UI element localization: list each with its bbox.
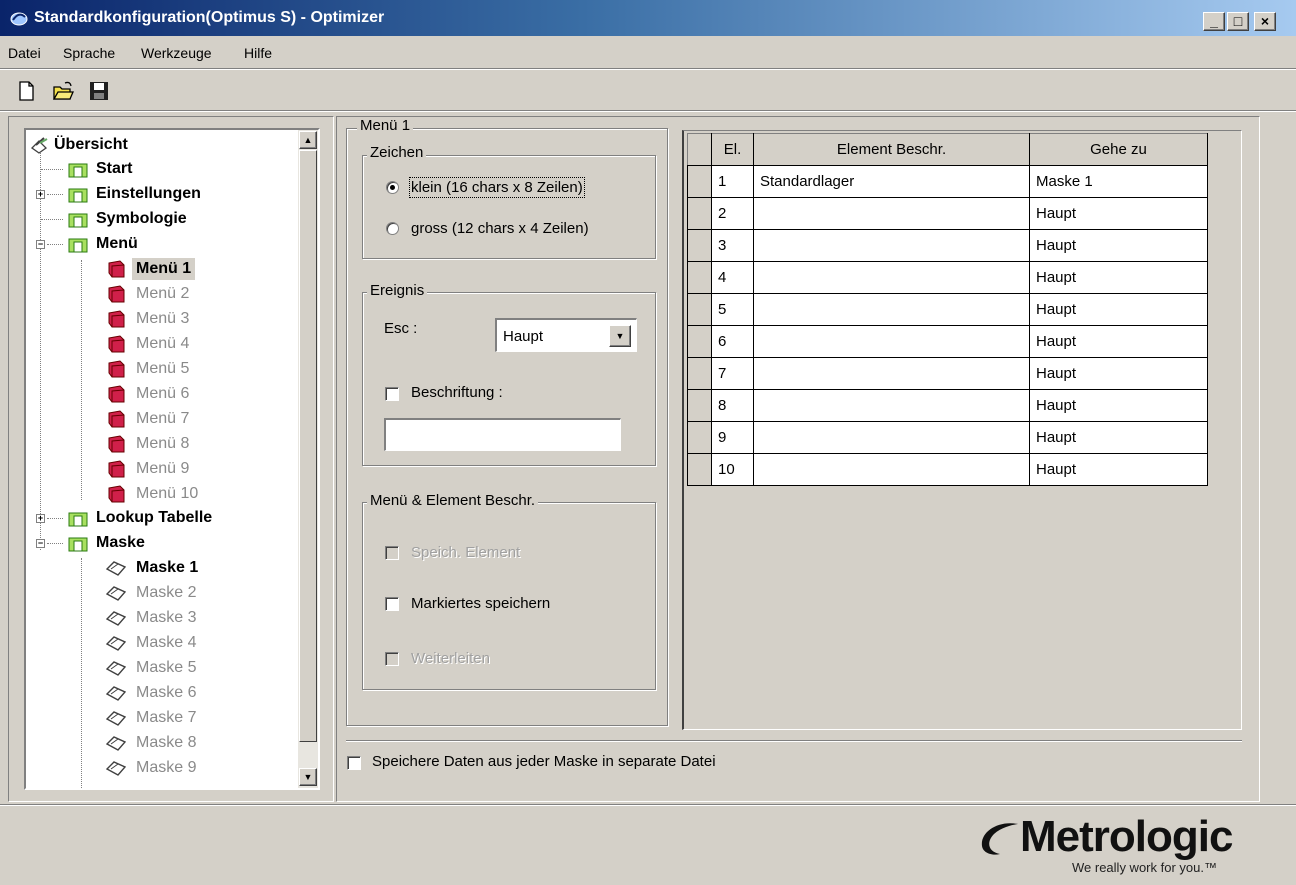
table-row[interactable]: 1 Standardlager Maske 1 xyxy=(687,165,1208,198)
menu-group-title: Menü 1 xyxy=(357,117,414,134)
red-book-icon xyxy=(108,385,125,403)
collapse-menue-icon[interactable]: − xyxy=(36,240,45,249)
col-header-beschr[interactable]: Element Beschr. xyxy=(753,133,1030,166)
table-row[interactable]: 6 Haupt xyxy=(687,325,1208,358)
weiterleiten-label: Weiterleiten xyxy=(411,650,490,667)
open-folder-icon[interactable] xyxy=(52,80,74,102)
radio-klein[interactable] xyxy=(386,181,399,194)
scroll-down-icon[interactable]: ▼ xyxy=(299,768,317,786)
red-book-icon xyxy=(108,335,125,353)
col-header-el[interactable]: El. xyxy=(711,133,754,166)
table-row[interactable]: 3 Haupt xyxy=(687,229,1208,262)
logo-tagline: We really work for you.™ xyxy=(1072,860,1217,875)
mask-form-icon xyxy=(106,611,126,626)
radio-gross[interactable] xyxy=(386,222,399,235)
menu-sprache[interactable]: Sprache xyxy=(63,45,115,61)
mask-form-icon xyxy=(106,686,126,701)
toolbar-separator xyxy=(0,110,1296,112)
mask-form-icon xyxy=(106,636,126,651)
ereignis-legend: Ereignis xyxy=(367,282,428,299)
table-row[interactable]: 7 Haupt xyxy=(687,357,1208,390)
markiertes-checkbox[interactable] xyxy=(385,597,399,611)
menu-bar: Datei Sprache Werkzeuge Hilfe xyxy=(0,40,1296,64)
beschriftung-input[interactable] xyxy=(384,418,621,451)
table-header-row: El. Element Beschr. Gehe zu xyxy=(687,133,1208,166)
speich-element-checkbox[interactable] xyxy=(385,546,399,560)
folder-icon xyxy=(68,163,88,178)
overview-icon xyxy=(30,137,48,154)
mask-form-icon xyxy=(106,661,126,676)
mask-form-icon xyxy=(106,761,126,776)
elements-table[interactable]: El. Element Beschr. Gehe zu 1 Standardlag… xyxy=(687,133,1208,486)
red-book-icon xyxy=(108,285,125,303)
separate-file-label[interactable]: Speichere Daten aus jeder Maske in separ… xyxy=(372,753,716,770)
table-row[interactable]: 10 Haupt xyxy=(687,453,1208,486)
mask-form-icon xyxy=(106,711,126,726)
folder-icon xyxy=(68,537,88,552)
weiterleiten-checkbox[interactable] xyxy=(385,652,399,666)
expand-einstellungen-icon[interactable]: + xyxy=(36,190,45,199)
dropdown-arrow-icon[interactable]: ▼ xyxy=(609,325,631,347)
beschriftung-checkbox[interactable] xyxy=(385,387,399,401)
table-row[interactable]: 2 Haupt xyxy=(687,197,1208,230)
esc-label: Esc : xyxy=(384,320,418,337)
red-book-icon xyxy=(108,460,125,478)
mask-form-icon xyxy=(106,586,126,601)
red-book-icon xyxy=(108,260,125,278)
table-row[interactable]: 8 Haupt xyxy=(687,389,1208,422)
speich-element-label: Speich. Element xyxy=(411,544,521,561)
zeichen-legend: Zeichen xyxy=(367,144,427,161)
red-book-icon xyxy=(108,360,125,378)
mask-form-icon xyxy=(106,736,126,751)
scroll-thumb[interactable] xyxy=(299,150,317,742)
row-header-corner xyxy=(687,133,712,166)
red-book-icon xyxy=(108,485,125,503)
menu-hilfe[interactable]: Hilfe xyxy=(244,45,272,61)
metrologic-swoosh-icon xyxy=(981,823,1018,855)
save-disk-icon[interactable] xyxy=(88,80,110,102)
logo-text: Metrologic xyxy=(1020,812,1233,861)
table-row[interactable]: 9 Haupt xyxy=(687,421,1208,454)
folder-icon xyxy=(68,188,88,203)
red-book-icon xyxy=(108,435,125,453)
beschr-legend: Menü & Element Beschr. xyxy=(367,492,539,509)
metrologic-logo: Metrologic We really work for you.™ xyxy=(972,812,1282,882)
scroll-up-icon[interactable]: ▲ xyxy=(299,131,317,149)
minimize-button[interactable]: _ xyxy=(1203,12,1225,31)
close-button[interactable]: × xyxy=(1254,12,1276,31)
table-row[interactable]: 5 Haupt xyxy=(687,293,1208,326)
red-book-icon xyxy=(108,310,125,328)
app-icon xyxy=(10,12,28,26)
folder-icon xyxy=(68,213,88,228)
footer-separator xyxy=(346,740,1242,742)
radio-gross-label[interactable]: gross (12 chars x 4 Zeilen) xyxy=(411,220,589,237)
radio-klein-label[interactable]: klein (16 chars x 8 Zeilen) xyxy=(409,177,585,198)
mask-form-icon xyxy=(106,561,126,576)
status-separator xyxy=(0,804,1296,806)
new-file-icon[interactable] xyxy=(16,80,38,102)
title-bar[interactable]: Standardkonfiguration(Optimus S) - Optim… xyxy=(0,0,1296,36)
menu-separator xyxy=(0,68,1296,70)
beschriftung-label[interactable]: Beschriftung : xyxy=(411,384,503,401)
red-book-icon xyxy=(108,410,125,428)
esc-select[interactable]: Haupt ▼ xyxy=(495,318,637,352)
window-title: Standardkonfiguration(Optimus S) - Optim… xyxy=(34,9,385,26)
col-header-gehe-zu[interactable]: Gehe zu xyxy=(1029,133,1208,166)
collapse-maske-icon[interactable]: − xyxy=(36,539,45,548)
maximize-button[interactable]: □ xyxy=(1227,12,1249,31)
expand-lookup-icon[interactable]: + xyxy=(36,514,45,523)
tree-view[interactable]: Übersicht Start + Einstellungen Symbolog… xyxy=(24,128,320,790)
separate-file-checkbox[interactable] xyxy=(347,756,361,770)
table-row[interactable]: 4 Haupt xyxy=(687,261,1208,294)
menu-werkzeuge[interactable]: Werkzeuge xyxy=(141,45,212,61)
zeichen-group xyxy=(362,155,656,259)
menu-datei[interactable]: Datei xyxy=(8,45,41,61)
folder-icon xyxy=(68,238,88,253)
folder-icon xyxy=(68,512,88,527)
markiertes-label[interactable]: Markiertes speichern xyxy=(411,595,550,612)
esc-select-value: Haupt xyxy=(503,328,544,345)
